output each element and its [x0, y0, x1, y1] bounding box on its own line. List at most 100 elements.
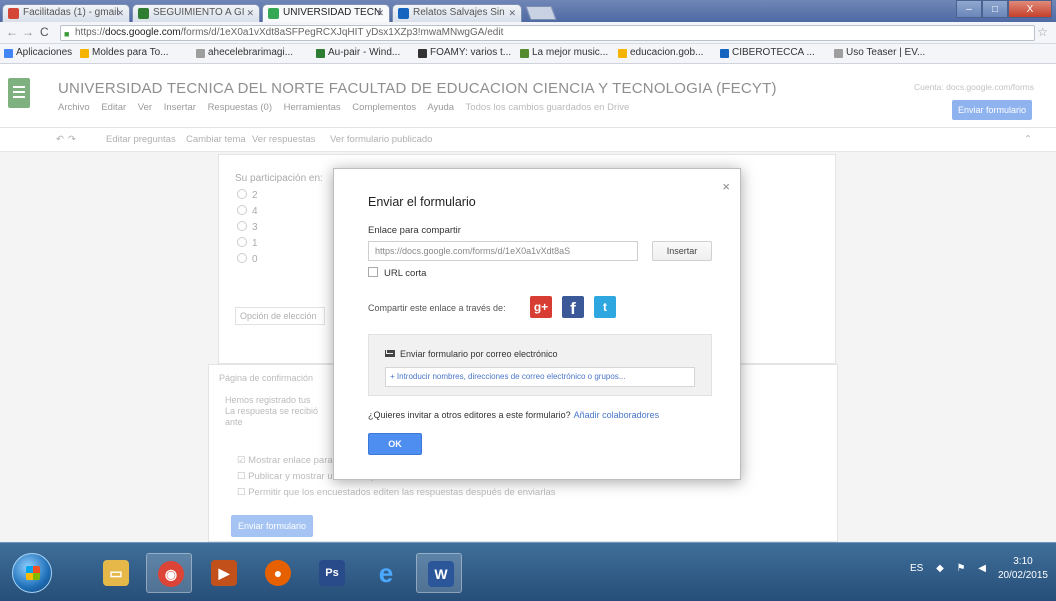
editor-toolbar: ↶ ↷ Editar preguntas Cambiar tema Ver re… — [0, 128, 1056, 152]
apps-grid-icon — [4, 49, 13, 58]
close-tab-icon[interactable]: ✕ — [246, 5, 254, 21]
taskbar-app-firefox[interactable]: ● — [254, 553, 300, 593]
taskbar-app-ie[interactable]: e — [362, 553, 408, 593]
browser-tab-label: UNIVERSIDAD TECN — [283, 7, 382, 18]
url-input[interactable]: ■ https://docs.google.com/forms/d/1eX0a1… — [60, 25, 1035, 41]
bookmark-favicon-icon — [196, 49, 205, 58]
share-link-field[interactable]: https://docs.google.com/forms/d/1eX0a1vX… — [368, 241, 638, 261]
back-arrow-icon[interactable]: ← — [6, 25, 18, 39]
volume-icon[interactable]: ◀ — [978, 563, 986, 574]
new-tab-button[interactable] — [525, 6, 557, 20]
question-type-select[interactable]: Opción de elección — [235, 307, 325, 325]
toolbar-view-published[interactable]: Ver formulario publicado — [330, 134, 432, 145]
language-indicator[interactable]: ES — [910, 563, 923, 574]
save-status: Todos los cambios guardados en Drive — [465, 102, 630, 113]
toolbar-change-theme[interactable]: Cambiar tema — [186, 134, 246, 145]
menu-respuestas[interactable]: Respuestas (0) — [208, 102, 272, 113]
short-url-checkbox[interactable]: URL corta — [368, 267, 426, 279]
google-plus-icon[interactable]: g+ — [530, 296, 552, 318]
account-info[interactable]: Cuenta: docs.google.com/forms — [914, 82, 1034, 92]
email-recipients-input[interactable]: + Introducir nombres, direcciones de cor… — [385, 367, 695, 387]
media-player-icon: ▶ — [211, 560, 237, 586]
send-form-button[interactable]: Enviar formulario — [952, 100, 1032, 120]
ok-button[interactable]: OK — [368, 433, 422, 455]
close-tab-icon[interactable]: ✕ — [376, 5, 384, 21]
flag-icon[interactable]: ⚑ — [957, 563, 966, 574]
invite-question: ¿Quieres invitar a otros editores a este… — [368, 410, 571, 420]
bookmark-item[interactable]: Au-pair - Wind... — [316, 47, 400, 58]
forms-logo-icon[interactable] — [8, 78, 30, 108]
section-send-button[interactable]: Enviar formulario — [231, 515, 313, 537]
bookmark-label: educacion.gob... — [630, 47, 704, 58]
bookmark-item[interactable]: Uso Teaser | EV... — [834, 47, 925, 58]
bookmark-item[interactable]: ahecelebrarimagi... — [196, 47, 293, 58]
option-item[interactable]: 3 — [237, 221, 258, 233]
browser-tab-label: SEGUIMIENTO A GI — [153, 7, 245, 18]
bookmark-favicon-icon — [618, 49, 627, 58]
bookmark-favicon-icon — [80, 49, 89, 58]
twitter-icon[interactable]: t — [594, 296, 616, 318]
minimize-button[interactable]: – — [956, 0, 982, 18]
taskbar-app-media[interactable]: ▶ — [200, 553, 246, 593]
facebook-icon[interactable]: f — [562, 296, 584, 318]
bookmark-item[interactable]: La mejor music... — [520, 47, 608, 58]
menu-herramientas[interactable]: Herramientas — [284, 102, 341, 113]
word-icon: W — [428, 561, 454, 587]
forms-icon — [268, 8, 279, 19]
menu-complementos[interactable]: Complementos — [352, 102, 416, 113]
toolbar-view-responses[interactable]: Ver respuestas — [252, 134, 315, 145]
bookmark-favicon-icon — [720, 49, 729, 58]
bookmark-item[interactable]: CIBEROTECCA ... — [720, 47, 815, 58]
bookmark-label: FOAMY: varios t... — [430, 47, 512, 58]
close-icon[interactable]: × — [722, 179, 730, 194]
browser-tab-gmail[interactable]: Facilitadas (1) - gmail ✕ — [2, 4, 130, 22]
short-url-label: URL corta — [384, 268, 427, 279]
form-title[interactable]: UNIVERSIDAD TECNICA DEL NORTE FACULTAD D… — [58, 80, 777, 97]
close-tab-icon[interactable]: ✕ — [508, 5, 516, 21]
menu-insertar[interactable]: Insertar — [164, 102, 196, 113]
browser-tab-strip: Facilitadas (1) - gmail ✕ SEGUIMIENTO A … — [0, 0, 1056, 22]
bookmark-apps[interactable]: Aplicaciones — [4, 47, 72, 58]
bookmark-item[interactable]: FOAMY: varios t... — [418, 47, 511, 58]
menu-archivo[interactable]: Archivo — [58, 102, 90, 113]
browser-tab-seguimiento[interactable]: SEGUIMIENTO A GI ✕ — [132, 4, 260, 22]
browser-tab-label: Relatos Salvajes Sin — [413, 7, 505, 18]
option-item[interactable]: 0 — [237, 253, 258, 265]
bookmark-item[interactable]: Moldes para To... — [80, 47, 169, 58]
add-collaborators-link[interactable]: Añadir colaboradores — [574, 410, 660, 420]
taskbar-app-word[interactable]: W — [416, 553, 462, 593]
clock[interactable]: 3:10 20/02/2015 — [998, 555, 1048, 583]
internet-explorer-icon: e — [378, 558, 394, 588]
option-item[interactable]: 4 — [237, 205, 258, 217]
network-icon[interactable]: ◆ — [936, 563, 944, 574]
menu-editar[interactable]: Editar — [101, 102, 126, 113]
checkbox-allow-edit[interactable]: ☐ Permitir que los encuestados editen la… — [237, 487, 556, 498]
menu-ver[interactable]: Ver — [138, 102, 152, 113]
browser-tab-relatos[interactable]: Relatos Salvajes Sin ✕ — [392, 4, 522, 22]
confirmation-text[interactable]: Hemos registrado tus La respuesta se rec… — [225, 395, 318, 428]
menu-ayuda[interactable]: Ayuda — [427, 102, 454, 113]
redo-icon[interactable]: ↷ — [68, 134, 76, 145]
reload-icon[interactable]: C — [40, 25, 49, 39]
close-window-button[interactable]: X — [1008, 0, 1052, 18]
bookmark-item[interactable]: educacion.gob... — [618, 47, 703, 58]
maximize-button[interactable]: □ — [982, 0, 1008, 18]
option-item[interactable]: 2 — [237, 189, 258, 201]
forward-arrow-icon[interactable]: → — [22, 25, 34, 39]
option-item[interactable]: 1 — [237, 237, 258, 249]
collapse-icon[interactable]: ⌃ — [1024, 134, 1032, 145]
confirmation-line: La respuesta se recibió — [225, 406, 319, 416]
bookmark-star-icon[interactable]: ☆ — [1037, 25, 1048, 39]
taskbar-app-photoshop[interactable]: Ps — [308, 553, 354, 593]
toolbar-edit-questions[interactable]: Editar preguntas — [106, 134, 176, 145]
browser-tab-forms[interactable]: UNIVERSIDAD TECN ✕ — [262, 4, 390, 22]
taskbar-app-chrome[interactable]: ◉ — [146, 553, 192, 593]
close-tab-icon[interactable]: ✕ — [116, 5, 124, 21]
undo-icon[interactable]: ↶ — [56, 134, 64, 145]
start-button[interactable] — [12, 553, 52, 593]
window-controls: – □ X — [956, 0, 1052, 18]
taskbar-app-explorer[interactable]: ▭ — [92, 553, 138, 593]
checkbox-icon[interactable] — [368, 267, 378, 277]
question-title[interactable]: Su participación en: — [235, 173, 323, 184]
embed-button[interactable]: Insertar — [652, 241, 712, 261]
